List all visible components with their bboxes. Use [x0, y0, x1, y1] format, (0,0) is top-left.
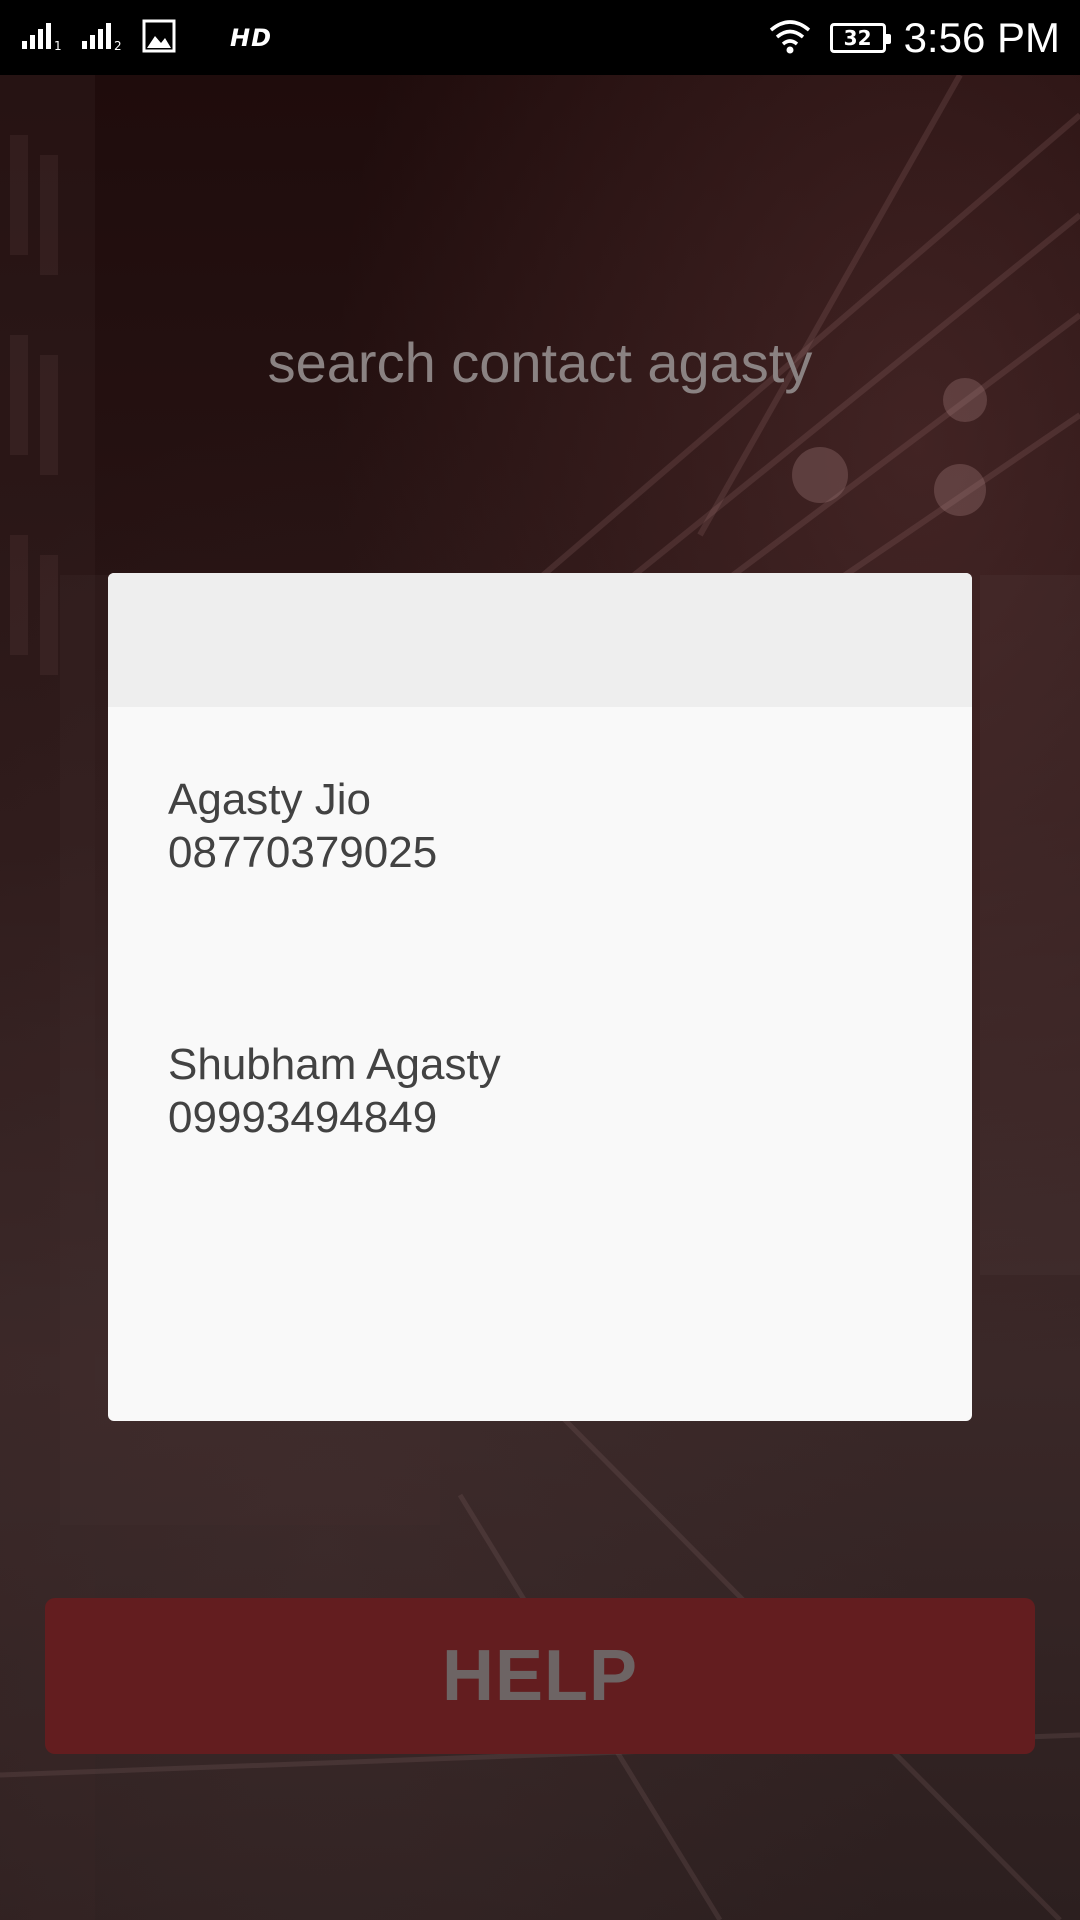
contact-phone: 09993494849 [168, 1093, 438, 1142]
contact-results-dialog: Agasty Jio 08770379025 Shubham Agasty 09… [108, 573, 972, 1421]
contact-item-shubham-agasty[interactable]: Shubham Agasty 09993494849 [168, 1038, 501, 1144]
svg-text:2: 2 [114, 39, 122, 51]
clock: 3:56 PM [903, 13, 1060, 61]
contact-phone: 08770379025 [168, 828, 438, 877]
results-header [108, 573, 972, 707]
help-button[interactable]: HELP [45, 1598, 1035, 1754]
status-bar: 1 2 HD 32 3:56 PM [0, 0, 1080, 75]
contact-name: Agasty Jio [168, 775, 371, 824]
hd-label: HD [230, 23, 273, 52]
battery-icon: 32 [829, 22, 891, 53]
signal-sim2-icon: 2 [82, 21, 128, 55]
svg-text:1: 1 [54, 39, 62, 51]
battery-level: 32 [843, 25, 872, 50]
signal-sim1-icon: 1 [22, 21, 68, 55]
search-title: search contact agasty [267, 331, 813, 394]
gallery-notification-icon [142, 19, 176, 57]
contact-item-agasty-jio[interactable]: Agasty Jio 08770379025 [168, 773, 437, 879]
wifi-icon [768, 18, 812, 58]
contact-name: Shubham Agasty [168, 1040, 501, 1089]
